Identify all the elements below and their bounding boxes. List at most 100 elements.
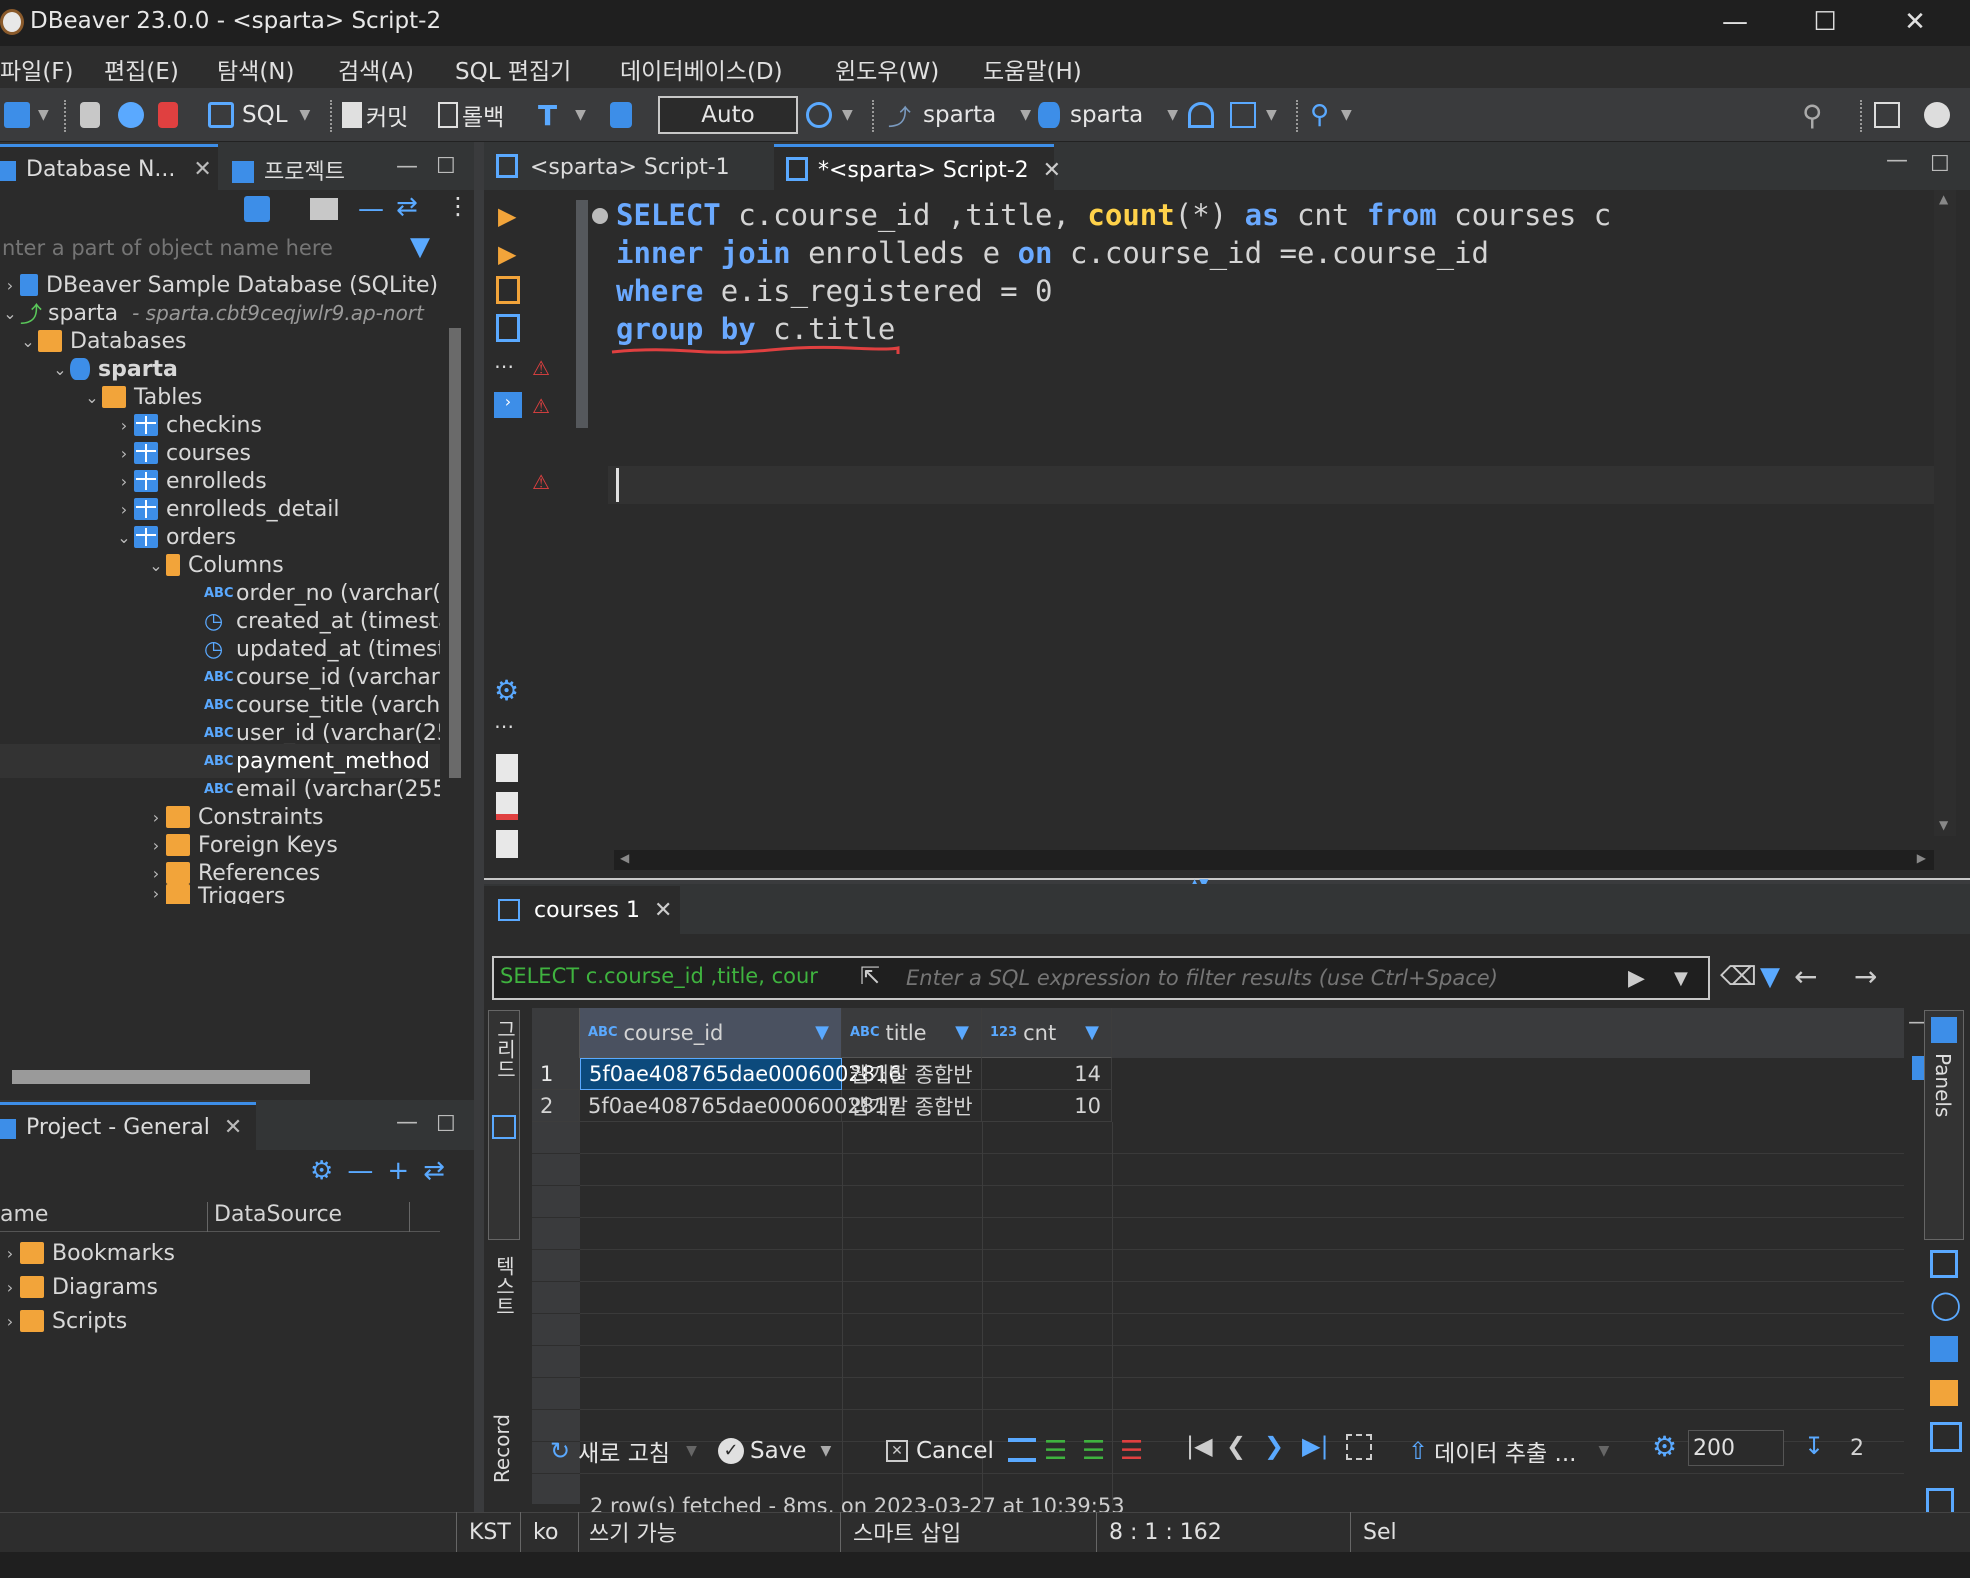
- view-tab-grid[interactable]: 그리드: [488, 1010, 520, 1240]
- commit-button[interactable]: 커밋: [342, 96, 408, 134]
- menu-window[interactable]: 윈도우(W): [835, 52, 939, 86]
- tab-script-2[interactable]: *<sparta> Script-2 ✕: [774, 144, 1061, 190]
- variables-icon[interactable]: [496, 830, 518, 858]
- maximize-editor-icon[interactable]: ☐: [1930, 152, 1950, 177]
- filter-settings-icon[interactable]: ▼: [1760, 962, 1780, 992]
- settings-icon[interactable]: ⚙: [1652, 1430, 1677, 1463]
- menu-help[interactable]: 도움말(H): [983, 52, 1082, 86]
- menu-edit[interactable]: 편집(E): [104, 52, 179, 86]
- transaction-mode-box[interactable]: Auto: [658, 96, 798, 134]
- sort-icon[interactable]: ▼: [815, 1022, 829, 1043]
- search-icon[interactable]: ⚲ ▼: [1310, 96, 1352, 134]
- forward-icon[interactable]: →: [1854, 960, 1877, 993]
- column-name-header[interactable]: ame: [0, 1202, 208, 1232]
- tab-project-general[interactable]: Project - General ✕: [0, 1102, 256, 1150]
- schema-selector[interactable]: sparta ▼: [1038, 96, 1178, 134]
- datasource-selector[interactable]: ⤴ sparta ▼: [888, 96, 1031, 134]
- next-page-icon[interactable]: ❯: [1264, 1432, 1284, 1460]
- panel-grouping-icon[interactable]: [1930, 1380, 1958, 1406]
- link-icon[interactable]: ⇄: [423, 1156, 445, 1190]
- dashboard-icon[interactable]: [1188, 96, 1214, 134]
- collapse-icon[interactable]: —: [347, 1156, 373, 1190]
- column-header-cnt[interactable]: 123 cnt ▼: [982, 1008, 1112, 1058]
- navigator-vertical-scrollbar[interactable]: [446, 268, 464, 888]
- minimize-view-icon[interactable]: —: [396, 154, 418, 179]
- configure-icon[interactable]: ⚙: [310, 1156, 333, 1190]
- sql-editor-button[interactable]: SQL ▼: [208, 96, 310, 134]
- cell-title[interactable]: 웹개발 종합반: [842, 1058, 982, 1090]
- filter-icon[interactable]: ▼: [410, 232, 430, 262]
- save-button[interactable]: ✓ Save ▼: [718, 1432, 831, 1470]
- maximize-button[interactable]: ☐: [1780, 0, 1870, 46]
- perspective-icon[interactable]: [1874, 96, 1900, 134]
- menu-database[interactable]: 데이터베이스(D): [620, 52, 783, 86]
- minimize-view-icon[interactable]: —: [396, 1110, 418, 1135]
- close-icon[interactable]: ✕: [654, 898, 672, 923]
- column-header-course-id[interactable]: ABC course_id ▼: [580, 1008, 842, 1058]
- delete-row-icon[interactable]: ☰: [1120, 1436, 1143, 1466]
- cell-cnt[interactable]: 10: [982, 1090, 1112, 1122]
- sql-code[interactable]: SELECT c.course_id ,title, count(*) as c…: [616, 198, 1936, 458]
- settings-icon[interactable]: ⚙: [494, 674, 519, 707]
- tab-database-navigator[interactable]: Database N... ✕: [0, 144, 218, 190]
- link-editor-icon[interactable]: ⇄: [396, 192, 418, 222]
- tab-results-courses[interactable]: courses 1 ✕: [484, 886, 680, 934]
- editor-vertical-scrollbar[interactable]: ▲ ▼: [1934, 190, 1956, 836]
- close-icon[interactable]: ✕: [224, 1115, 242, 1140]
- global-search-icon[interactable]: ⚲: [1802, 96, 1823, 134]
- back-icon[interactable]: ←: [1794, 960, 1817, 993]
- new-connection-icon[interactable]: [244, 196, 270, 222]
- cancel-button[interactable]: ✕ Cancel: [886, 1432, 994, 1470]
- reconnect-icon[interactable]: [118, 96, 144, 134]
- disconnect-icon[interactable]: [158, 96, 178, 134]
- minimize-button[interactable]: —: [1690, 0, 1780, 46]
- terminal-icon[interactable]: ›: [494, 392, 522, 418]
- view-menu-icon[interactable]: ⋮: [446, 192, 470, 220]
- erd-icon[interactable]: ▼: [1230, 96, 1277, 134]
- more-actions-icon[interactable]: ⋯: [494, 354, 514, 378]
- lock-icon[interactable]: [610, 96, 632, 134]
- close-icon[interactable]: ✕: [1043, 158, 1061, 183]
- panel-metadata-icon[interactable]: ◯: [1930, 1288, 1961, 1321]
- execute-statement-icon[interactable]: ▶: [498, 202, 516, 230]
- tab-script-1[interactable]: <sparta> Script-1: [496, 154, 730, 180]
- navigator-horizontal-scrollbar[interactable]: [0, 1066, 440, 1086]
- menu-navigate[interactable]: 탐색(N): [217, 52, 294, 86]
- menu-search[interactable]: 검색(A): [338, 52, 414, 86]
- editor-horizontal-scrollbar[interactable]: ◀ ▶: [614, 850, 1934, 870]
- maximize-view-icon[interactable]: ☐: [436, 154, 456, 179]
- minimize-editor-icon[interactable]: —: [1886, 148, 1908, 173]
- apply-filter-icon[interactable]: ▶: [1628, 966, 1645, 991]
- expand-icon[interactable]: ⇱: [860, 962, 880, 990]
- new-connection-icon[interactable]: ▼: [4, 96, 49, 134]
- panel-values-icon[interactable]: [1930, 1250, 1958, 1278]
- panels-toggle[interactable]: Panels: [1924, 1010, 1964, 1240]
- dbeaver-perspective-icon[interactable]: [1924, 96, 1950, 134]
- panel-calculator-icon[interactable]: [1930, 1336, 1958, 1362]
- close-button[interactable]: ✕: [1870, 0, 1960, 46]
- new-folder-icon[interactable]: [310, 198, 338, 220]
- history-icon[interactable]: ▼: [806, 96, 853, 134]
- connect-icon[interactable]: [80, 96, 100, 134]
- results-filter-input[interactable]: [904, 962, 1644, 994]
- filter-history-icon[interactable]: ▼: [1674, 968, 1688, 989]
- menu-sql-editor[interactable]: SQL 편집기: [455, 52, 571, 86]
- project-item-scripts[interactable]: › Scripts: [0, 1304, 127, 1338]
- save-script-icon[interactable]: [496, 792, 518, 820]
- view-tab-text[interactable]: 텍스트: [488, 1256, 520, 1406]
- clear-filter-icon[interactable]: ⌫: [1720, 962, 1757, 992]
- execute-in-new-tab-icon[interactable]: ▶: [498, 240, 516, 268]
- collapse-all-icon[interactable]: —: [358, 194, 384, 224]
- column-datasource-header[interactable]: DataSource: [214, 1202, 410, 1232]
- explain-plan-icon[interactable]: [496, 314, 520, 342]
- navigator-filter-input[interactable]: [0, 230, 392, 266]
- column-header-title[interactable]: ABC title ▼: [842, 1008, 982, 1058]
- first-page-icon[interactable]: |◀: [1186, 1432, 1213, 1460]
- project-item-bookmarks[interactable]: › Bookmarks: [0, 1236, 175, 1270]
- tab-projects[interactable]: 프로젝트: [232, 154, 345, 186]
- last-page-icon[interactable]: ▶|: [1302, 1432, 1329, 1460]
- tree-item-triggers[interactable]: › Triggers: [146, 884, 285, 904]
- fold-icon[interactable]: [592, 208, 608, 224]
- project-item-diagrams[interactable]: › Diagrams: [0, 1270, 158, 1304]
- cell-course-id[interactable]: 5f0ae408765dae0006002817: [580, 1090, 901, 1122]
